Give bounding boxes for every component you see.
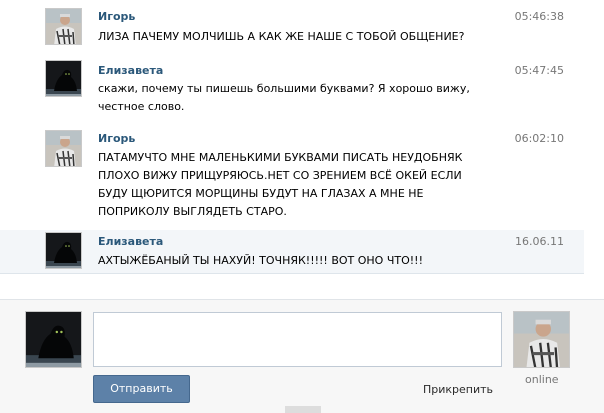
message-time: 05:47:45 xyxy=(514,64,564,77)
message-text: скажи, почему ты пишешь большими буквами… xyxy=(98,80,498,116)
avatar-panther-image xyxy=(26,312,81,367)
message-time: 16.06.11 xyxy=(515,235,564,248)
avatar-panther-image xyxy=(46,61,81,96)
message-time: 05:46:38 xyxy=(514,10,564,23)
avatar[interactable] xyxy=(25,311,82,368)
compose-panel: Отправить Прикрепить online xyxy=(0,300,604,413)
avatar-man-image xyxy=(46,9,81,44)
avatar[interactable] xyxy=(45,130,82,167)
message-author[interactable]: Игорь xyxy=(98,132,135,145)
message-author[interactable]: Игорь xyxy=(98,10,135,23)
avatar-man-image xyxy=(514,312,569,367)
avatar[interactable] xyxy=(513,311,570,368)
online-status: online xyxy=(525,373,559,386)
message-input[interactable] xyxy=(93,312,502,367)
message-line: ПОПРИКОЛУ ВЫГЛЯДЕТЬ СТАРО. xyxy=(98,205,287,218)
attach-link[interactable]: Прикрепить xyxy=(423,383,493,396)
message-line: АХТЫЖЁБАНЫЙ ТЫ НАХУЙ! ТОЧНЯК!!!!! ВОТ ОН… xyxy=(98,254,423,267)
avatar[interactable] xyxy=(45,232,82,269)
bottom-tab xyxy=(285,406,321,413)
message-line: честное слово. xyxy=(98,100,185,113)
scrollbar[interactable] xyxy=(585,0,604,300)
message-author[interactable]: Елизавета xyxy=(98,64,163,77)
message-text: ЛИЗА ПАЧЕМУ МОЛЧИШЬ А КАК ЖЕ НАШЕ С ТОБО… xyxy=(98,28,498,46)
message-text: АХТЫЖЁБАНЫЙ ТЫ НАХУЙ! ТОЧНЯК!!!!! ВОТ ОН… xyxy=(98,252,498,270)
message-author[interactable]: Елизавета xyxy=(98,235,163,248)
message-line: ПЛОХО ВИЖУ ПРИЩУРЯЮСЬ.НЕТ СО ЗРЕНИЕМ ВСЁ… xyxy=(98,169,462,182)
message-text: ПАТАМУЧТО МНЕ МАЛЕНЬКИМИ БУКВАМИ ПИСАТЬ … xyxy=(98,149,498,221)
message-item: Елизавета 16.06.11 АХТЫЖЁБАНЫЙ ТЫ НАХУЙ!… xyxy=(0,230,584,274)
message-line: ПАТАМУЧТО МНЕ МАЛЕНЬКИМИ БУКВАМИ ПИСАТЬ … xyxy=(98,151,463,164)
message-line: скажи, почему ты пишешь большими буквами… xyxy=(98,82,470,95)
send-button[interactable]: Отправить xyxy=(93,375,190,403)
avatar[interactable] xyxy=(45,8,82,45)
message-item: Елизавета 05:47:45 скажи, почему ты пише… xyxy=(0,60,584,128)
message-item: Игорь 06:02:10 ПАТАМУЧТО МНЕ МАЛЕНЬКИМИ … xyxy=(0,128,584,230)
message-item: Игорь 05:46:38 ЛИЗА ПАЧЕМУ МОЛЧИШЬ А КАК… xyxy=(0,0,584,60)
avatar-panther-image xyxy=(46,233,81,268)
message-line: ЛИЗА ПАЧЕМУ МОЛЧИШЬ А КАК ЖЕ НАШЕ С ТОБО… xyxy=(98,30,465,43)
message-line: БУДУ ЩЮРИТСЯ МОРЩИНЫ БУДУТ НА ГЛАЗАХ А М… xyxy=(98,187,424,200)
avatar[interactable] xyxy=(45,60,82,97)
message-time: 06:02:10 xyxy=(514,132,564,145)
avatar-man-image xyxy=(46,131,81,166)
